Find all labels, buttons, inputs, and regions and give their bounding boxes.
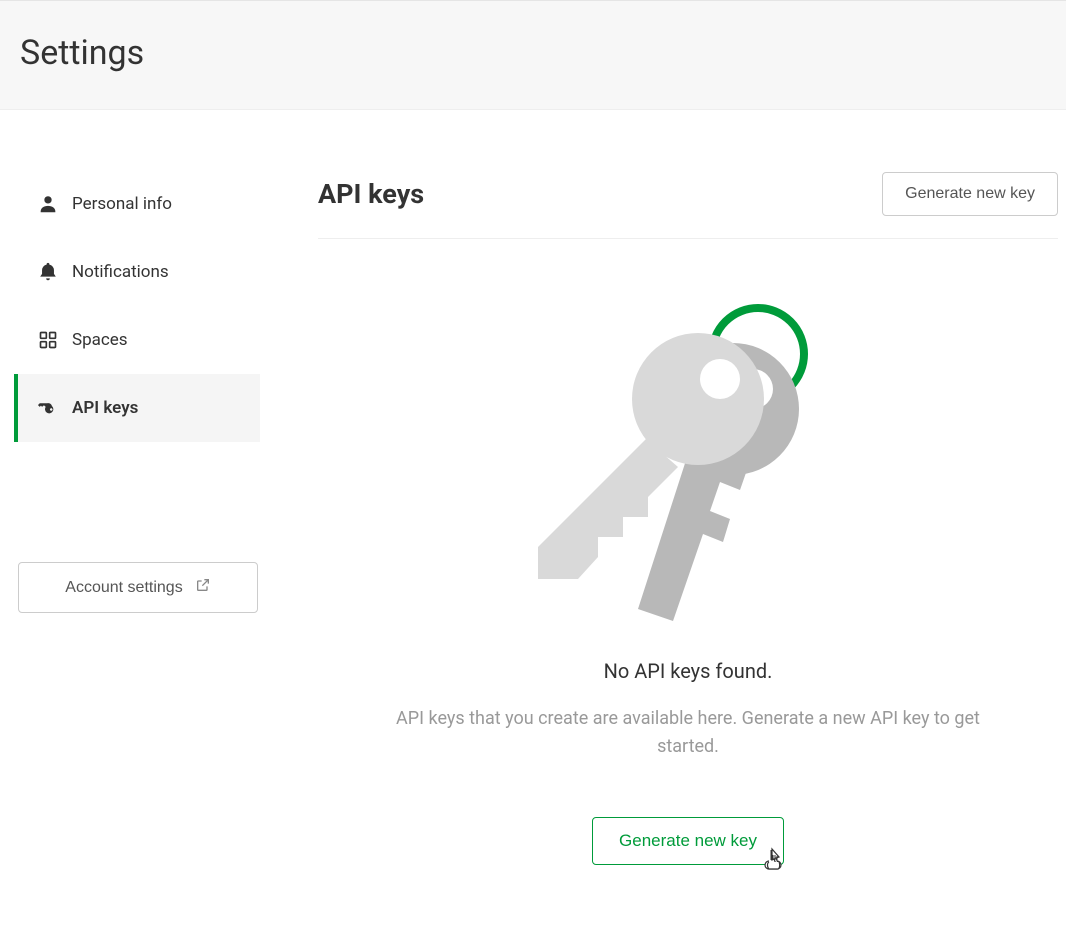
generate-new-key-button-main[interactable]: Generate new key — [592, 817, 784, 865]
sidebar-item-label: Personal info — [72, 194, 172, 214]
empty-state-title: No API keys found. — [338, 659, 1038, 683]
empty-state-description: API keys that you create are available h… — [368, 705, 1008, 761]
user-icon — [36, 192, 60, 216]
main-content: API keys Generate new key — [260, 110, 1066, 865]
sidebar-item-api-keys[interactable]: API keys — [14, 374, 260, 442]
sidebar-item-personal-info[interactable]: Personal info — [18, 170, 260, 238]
sidebar-item-label: API keys — [72, 398, 138, 418]
sidebar-item-label: Notifications — [72, 262, 169, 282]
settings-sidebar: Personal info Notifications Spaces API k… — [0, 110, 260, 865]
sidebar-item-label: Spaces — [72, 330, 128, 350]
sidebar-item-spaces[interactable]: Spaces — [18, 306, 260, 374]
sidebar-item-notifications[interactable]: Notifications — [18, 238, 260, 306]
page-title: Settings — [20, 33, 1046, 73]
keys-illustration — [538, 299, 838, 629]
account-settings-button[interactable]: Account settings — [18, 562, 258, 613]
bell-icon — [36, 260, 60, 284]
main-header: API keys Generate new key — [318, 172, 1058, 239]
grid-icon — [36, 328, 60, 352]
account-settings-label: Account settings — [65, 579, 182, 597]
external-link-icon — [195, 577, 211, 598]
key-icon — [36, 396, 60, 420]
empty-state: No API keys found. API keys that you cre… — [318, 239, 1058, 865]
section-heading: API keys — [318, 178, 424, 210]
settings-header: Settings — [0, 0, 1066, 110]
generate-new-key-button-top[interactable]: Generate new key — [882, 172, 1058, 216]
